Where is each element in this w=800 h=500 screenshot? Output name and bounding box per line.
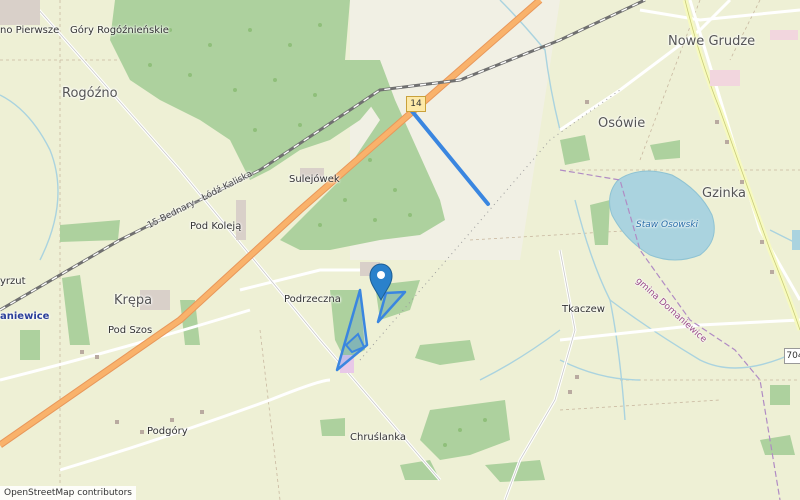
- map-tiles: [0, 0, 800, 500]
- road-shield-704: 704: [784, 348, 800, 364]
- place-label-pod-szos: Pod Szos: [108, 325, 153, 336]
- forest-patch-8: [20, 330, 40, 360]
- road-shield-14: 14: [406, 96, 426, 112]
- place-label-gzinka: Gzinka: [702, 186, 747, 201]
- water-edge: [792, 230, 800, 250]
- place-label-gory-rogoznienskie: Góry Rogóźnieńskie: [70, 25, 169, 36]
- place-label-krepa: Krępa: [114, 293, 153, 308]
- place-label-osowie: Osówie: [598, 116, 646, 131]
- forest-patch-12: [320, 418, 345, 436]
- map-canvas[interactable]: no Pierwsze Góry Rogóźnieńskie Rogóźno N…: [0, 0, 800, 500]
- residential-no-pierwsze: [0, 0, 40, 25]
- map-attribution[interactable]: OpenStreetMap contributors: [0, 486, 136, 500]
- forest-patch-5: [560, 135, 590, 165]
- forest-patch-10: [770, 385, 790, 405]
- place-label-aniewice: aniewice: [0, 311, 50, 322]
- residential-nowe-grudze: [710, 70, 740, 86]
- place-label-sulejowek: Sulejówek: [289, 174, 340, 185]
- place-label-pod-koleja: Pod Koleją: [190, 221, 242, 232]
- place-label-chruslanka: Chruślanka: [350, 432, 406, 443]
- place-label-no-pierwsze: no Pierwsze: [0, 25, 60, 36]
- residential-pod-koleja: [236, 200, 246, 240]
- place-label-nowe-grudze: Nowe Grudze: [668, 34, 756, 49]
- place-label-rogozno: Rogóźno: [62, 86, 118, 101]
- place-label-yrzut: yrzut: [0, 276, 26, 287]
- water-label-staw-osowski: Staw Osowski: [636, 220, 699, 230]
- place-label-tkaczew: Tkaczew: [562, 304, 605, 315]
- place-label-podrzeczna: Podrzeczna: [284, 294, 341, 305]
- residential-nowe-grudze-2: [770, 30, 798, 40]
- place-label-podgory: Podgóry: [147, 426, 188, 437]
